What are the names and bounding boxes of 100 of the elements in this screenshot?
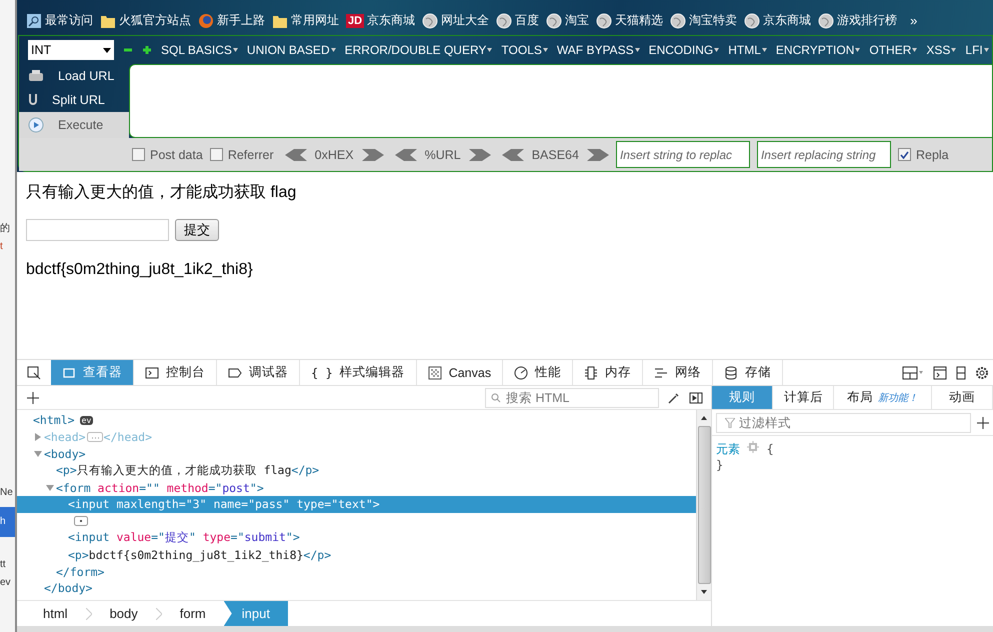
bookmark-link[interactable]: 百度 — [496, 12, 540, 29]
pick-element-icon — [27, 366, 41, 380]
filter-field[interactable]: 过滤样式 — [716, 412, 971, 432]
encoder-label: %URL — [424, 148, 461, 162]
markup-text: <input maxlength="3" name="pass" type="text"> — [68, 497, 380, 512]
bookmark-link[interactable]: 淘宝 — [546, 12, 590, 29]
text-fragment: h — [0, 507, 15, 537]
plus-icon — [142, 45, 152, 55]
add-node-icon — [27, 392, 39, 404]
logo-badge: JD — [346, 14, 364, 28]
bookmark-link[interactable]: 常用网址 — [272, 12, 339, 29]
menu-item[interactable]: XSS — [926, 43, 956, 57]
markup-text: <input value="提交" type="submit"> — [68, 530, 300, 546]
caret-icon — [762, 48, 767, 52]
markup-line[interactable]: <p>bdctf{s0m2thing_ju8t_1ik2_thi8}</p> — [17, 546, 696, 564]
bookmark-link[interactable]: 淘宝特卖 — [670, 12, 738, 29]
rule-selector: 元素 — [716, 442, 740, 456]
menu-item[interactable]: ENCODING — [648, 43, 720, 57]
menu-item[interactable]: SQL BASICS — [161, 43, 238, 57]
pass-field[interactable] — [26, 219, 169, 241]
chip-icon — [584, 366, 598, 380]
menu-item[interactable]: TOOLS — [501, 43, 548, 57]
bookmark-link[interactable]: JD 京东商城 — [346, 12, 416, 29]
action-link[interactable]: Load URL — [19, 64, 129, 88]
search-field[interactable]: 搜索 HTML — [485, 388, 659, 408]
overflow-chevron[interactable]: » — [910, 13, 918, 28]
option-checkbox[interactable]: Post data — [132, 148, 203, 162]
markup-line[interactable]: <p>只有输入更大的值，才能成功获取 flag</p> — [17, 462, 696, 480]
markup-line[interactable]: <form action="" method="post"> — [17, 479, 696, 496]
right-arrow-icon — [468, 148, 491, 160]
menu-item[interactable]: WAF BYPASS — [556, 43, 640, 57]
menu-item[interactable]: LFI — [965, 43, 989, 57]
event-badge[interactable]: ev — [80, 416, 94, 425]
bookmark-link[interactable]: 网址大全 — [422, 12, 490, 29]
menu-item[interactable]: HTML — [728, 43, 767, 57]
breadcrumb[interactable]: html — [25, 601, 86, 626]
bookmark-link[interactable]: 新手上路 — [198, 12, 265, 29]
add-rule-icon — [977, 416, 989, 428]
action-link[interactable]: Execute — [19, 112, 129, 138]
breadcrumb[interactable]: body — [92, 601, 156, 626]
menu-item[interactable]: ENCRYPTION — [776, 43, 860, 57]
submit-button[interactable]: 提交 — [175, 219, 219, 241]
checkmark-icon — [900, 150, 909, 158]
left-arrow-icon — [394, 148, 417, 160]
bookmark-link[interactable]: 天猫精选 — [596, 12, 664, 29]
new-feature-label: 新功能！ — [878, 392, 918, 404]
caret-icon — [714, 48, 720, 52]
debugger-icon — [228, 366, 242, 380]
text-fragment: t — [0, 240, 4, 254]
action-link[interactable]: Split URL — [19, 88, 129, 112]
caret-icon — [951, 48, 956, 52]
type-select[interactable]: INT — [28, 40, 114, 60]
devtools-tab[interactable]: Canvas — [416, 360, 504, 385]
bookmark-link[interactable]: 游戏排行榜 — [818, 12, 898, 29]
prompt-text: 只有输入更大的值，才能成功获取 flag — [26, 182, 298, 203]
up-arrow-icon — [701, 416, 707, 420]
globe-icon — [670, 12, 686, 28]
text-fragment: ev — [0, 576, 12, 590]
markup-text: </form> — [56, 564, 104, 579]
breadcrumb[interactable]: form — [162, 601, 224, 626]
play-icon — [28, 117, 44, 133]
scrollbar[interactable] — [696, 410, 711, 600]
phone-icon — [956, 366, 966, 380]
network-icon — [654, 366, 668, 380]
markup-line[interactable]: <body> — [17, 446, 696, 462]
bookmark-link[interactable]: 火狐官方站点 — [100, 12, 191, 29]
down-arrow-icon — [701, 590, 707, 594]
replace-field[interactable]: Insert string to replac — [616, 141, 750, 168]
option-checkbox[interactable]: Repla — [898, 148, 949, 162]
markup-text: <p>只有输入更大的值，才能成功获取 flag</p> — [56, 463, 320, 478]
right-arrow-icon — [362, 148, 384, 160]
search-icon — [26, 12, 42, 28]
ellipsis-icon — [86, 432, 103, 442]
option-checkbox[interactable]: Referrer — [210, 148, 274, 162]
markup-text: <body> — [44, 446, 86, 461]
bookmark-link[interactable]: 最常访问 — [26, 12, 93, 29]
url-field[interactable] — [129, 64, 992, 138]
replace-field[interactable]: Insert replacing string — [756, 141, 891, 168]
menu-item[interactable]: UNION BASED — [246, 43, 336, 57]
text-fragment: tt — [0, 558, 7, 572]
sidebar-toggle-icon — [689, 390, 703, 404]
caret-icon — [542, 48, 548, 52]
caret-icon — [103, 48, 111, 52]
caret-icon — [984, 48, 989, 52]
console-icon — [145, 366, 159, 380]
markup-text: <p>bdctf{s0m2thing_ju8t_1ik2_thi8}</p> — [68, 548, 332, 562]
crosshair-icon — [747, 441, 760, 453]
eyedropper-icon — [667, 390, 681, 404]
caret-icon — [855, 48, 860, 52]
markup-line[interactable]: <html> ev — [17, 412, 696, 429]
menu-item[interactable]: ERROR/DOUBLE QUERY — [344, 43, 492, 57]
magnet-icon — [28, 93, 38, 107]
markup-line[interactable]: <input value="提交" type="submit"> — [17, 530, 696, 546]
brace: } — [716, 458, 724, 472]
bookmark-link[interactable]: 京东商城 — [744, 12, 812, 29]
search-icon — [491, 392, 501, 402]
encoder-label: 0xHEX — [314, 148, 354, 162]
menu-item[interactable]: OTHER — [869, 43, 918, 57]
caret-icon — [330, 48, 336, 52]
globe-icon — [546, 12, 562, 28]
